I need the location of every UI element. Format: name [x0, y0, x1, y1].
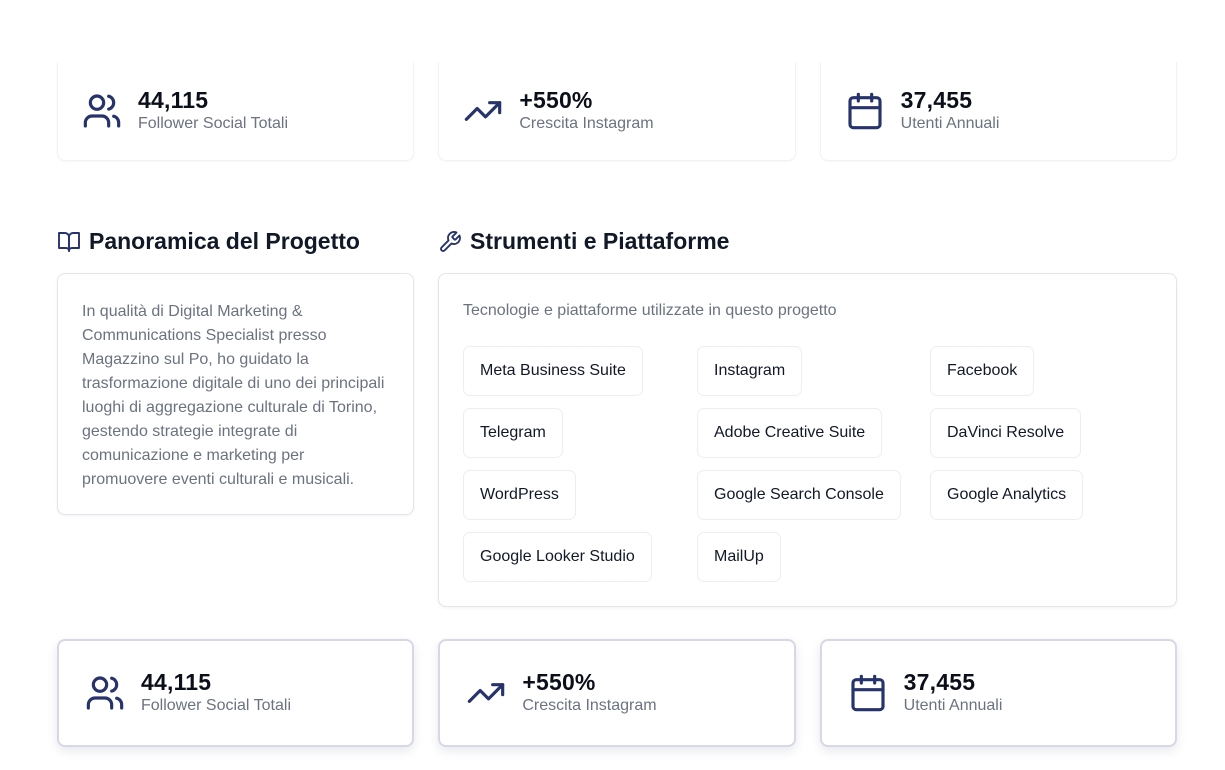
tools-heading: Strumenti e Piattaforme	[438, 228, 729, 255]
stat-label: Crescita Instagram	[522, 697, 657, 714]
overview-heading: Panoramica del Progetto	[57, 228, 360, 255]
stat-value: 44,115	[138, 87, 209, 113]
tool-chip: WordPress	[463, 470, 576, 520]
stat-value: 37,455	[903, 669, 976, 695]
calendar-icon	[848, 673, 888, 713]
wrench-icon	[438, 230, 462, 254]
stat-value: 37,455	[900, 87, 973, 113]
overview-title: Panoramica del Progetto	[89, 228, 360, 254]
stat-value: 44,115	[141, 669, 212, 695]
tool-chip: Facebook	[930, 346, 1035, 396]
tool-chip: MailUp	[697, 532, 781, 582]
tool-chip: Google Analytics	[930, 470, 1084, 520]
tool-chip: Google Looker Studio	[463, 532, 652, 582]
tools-card: Tecnologie e piattaforme utilizzate in q…	[438, 273, 1177, 607]
overview-card: In qualità di Digital Marketing & Commun…	[57, 273, 414, 515]
stat-label: Utenti Annuali	[900, 115, 1000, 132]
calendar-icon	[845, 91, 885, 131]
users-icon	[82, 91, 122, 131]
stat-label: Follower Social Totali	[141, 697, 291, 714]
tools-title: Strumenti e Piattaforme	[470, 228, 730, 254]
stat-card-annual-users: 37,455 Utenti Annuali	[819, 639, 1177, 747]
tool-chip: Telegram	[463, 408, 563, 458]
tool-chip: Google Search Console	[697, 470, 901, 520]
users-icon	[85, 673, 125, 713]
tools-description: Tecnologie e piattaforme utilizzate in q…	[463, 302, 837, 319]
stat-card-instagram-growth: +550% Crescita Instagram	[438, 639, 796, 747]
trending-up-icon	[466, 673, 506, 713]
tool-chip: Adobe Creative Suite	[697, 408, 883, 458]
stat-card-followers: 44,115 Follower Social Totali	[57, 62, 415, 161]
book-open-icon	[57, 230, 81, 254]
tool-chip: Instagram	[697, 346, 803, 396]
stat-value: +550%	[519, 87, 593, 113]
stat-card-annual-users: 37,455 Utenti Annuali	[819, 62, 1177, 161]
tool-chip: DaVinci Resolve	[930, 408, 1082, 458]
overview-description: In qualità di Digital Marketing & Commun…	[82, 303, 385, 488]
stat-label: Follower Social Totali	[138, 115, 288, 132]
stats-row-bottom: 44,115 Follower Social Totali +550% Cres…	[57, 639, 1177, 747]
tool-chip: Meta Business Suite	[463, 346, 643, 396]
stats-row-top: 44,115 Follower Social Totali +550% Cres…	[57, 62, 1177, 161]
stat-card-instagram-growth: +550% Crescita Instagram	[438, 62, 796, 161]
trending-up-icon	[463, 91, 503, 131]
stat-label: Crescita Instagram	[519, 115, 654, 132]
tools-grid: Meta Business Suite Instagram Facebook T…	[463, 346, 1152, 582]
stat-label: Utenti Annuali	[903, 697, 1003, 714]
stat-value: +550%	[522, 669, 596, 695]
stat-card-followers: 44,115 Follower Social Totali	[57, 639, 415, 747]
